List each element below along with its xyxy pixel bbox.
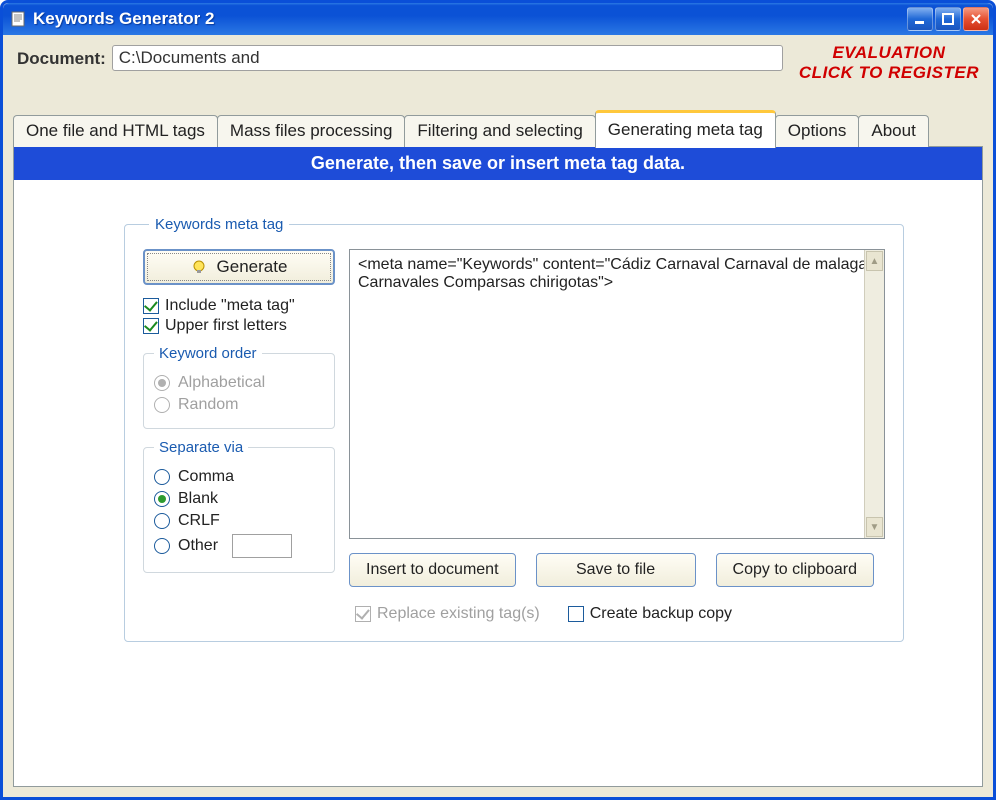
content-area: Keywords meta tag Generate Incl [14,180,982,662]
tab-about[interactable]: About [858,115,928,147]
tab-generating-meta[interactable]: Generating meta tag [595,110,776,148]
checkbox-icon [355,606,371,622]
close-button[interactable] [963,7,989,31]
group-legend: Keywords meta tag [149,216,289,233]
save-to-file-button[interactable]: Save to file [536,553,696,587]
action-button-row: Insert to document Save to file Copy to … [349,553,885,587]
separate-via-legend: Separate via [154,439,248,456]
radio-crlf[interactable]: CRLF [154,512,324,530]
radio-comma-label: Comma [178,468,234,486]
eval-line2: CLICK TO REGISTER [799,63,979,83]
replace-existing-checkbox: Replace existing tag(s) [355,605,540,623]
radio-icon [154,469,170,485]
insert-to-document-button[interactable]: Insert to document [349,553,516,587]
radio-icon [154,375,170,391]
left-column: Generate Include "meta tag" Upper first … [143,249,335,623]
tab-one-file[interactable]: One file and HTML tags [13,115,218,147]
keywords-meta-tag-group: Keywords meta tag Generate Incl [124,216,904,642]
app-window: Keywords Generator 2 Document: EVALUATIO… [0,0,996,800]
document-row: Document: EVALUATION CLICK TO REGISTER [3,35,993,82]
output-text: <meta name="Keywords" content="Cádiz Car… [358,256,867,291]
radio-icon [154,397,170,413]
bottom-options: Replace existing tag(s) Create backup co… [349,601,885,623]
scrollbar[interactable]: ▲ ▼ [864,250,884,538]
generate-button-label: Generate [217,257,288,277]
radio-blank[interactable]: Blank [154,490,324,508]
upper-first-letters-label: Upper first letters [165,317,287,335]
radio-other-label: Other [178,537,218,555]
tab-panel: Generate, then save or insert meta tag d… [13,146,983,787]
app-icon [9,10,27,28]
create-backup-label: Create backup copy [590,605,732,623]
right-column: <meta name="Keywords" content="Cádiz Car… [349,249,885,623]
keyword-order-group: Keyword order Alphabetical Random [143,345,335,429]
include-meta-tag-label: Include "meta tag" [165,297,295,315]
evaluation-banner[interactable]: EVALUATION CLICK TO REGISTER [799,43,979,82]
eval-line1: EVALUATION [799,43,979,63]
keyword-order-legend: Keyword order [154,345,262,362]
scroll-down-icon[interactable]: ▼ [866,517,883,537]
generate-button[interactable]: Generate [143,249,335,285]
radio-icon [154,538,170,554]
checkbox-icon [143,298,159,314]
radio-blank-label: Blank [178,490,218,508]
copy-to-clipboard-button[interactable]: Copy to clipboard [716,553,875,587]
instruction-bar: Generate, then save or insert meta tag d… [14,147,982,180]
radio-alphabetical: Alphabetical [154,374,324,392]
window-buttons [907,7,989,31]
scroll-up-icon[interactable]: ▲ [866,251,883,271]
radio-icon [154,491,170,507]
document-label: Document: [17,49,106,69]
upper-first-letters-checkbox[interactable]: Upper first letters [143,317,335,335]
radio-alphabetical-label: Alphabetical [178,374,265,392]
minimize-button[interactable] [907,7,933,31]
tab-options[interactable]: Options [775,115,860,147]
radio-random: Random [154,396,324,414]
maximize-button[interactable] [935,7,961,31]
other-separator-input[interactable] [232,534,292,558]
radio-icon [154,513,170,529]
lightbulb-icon [191,259,207,275]
tab-mass-files[interactable]: Mass files processing [217,115,406,147]
radio-comma[interactable]: Comma [154,468,324,486]
include-meta-tag-checkbox[interactable]: Include "meta tag" [143,297,335,315]
checkbox-icon [568,606,584,622]
radio-crlf-label: CRLF [178,512,220,530]
create-backup-checkbox[interactable]: Create backup copy [568,605,732,623]
checkbox-icon [143,318,159,334]
output-textarea[interactable]: <meta name="Keywords" content="Cádiz Car… [349,249,885,539]
radio-random-label: Random [178,396,238,414]
tab-bar: One file and HTML tags Mass files proces… [3,82,993,147]
document-path-input[interactable] [112,45,783,71]
separate-via-group: Separate via Comma Blank C [143,439,335,573]
replace-existing-label: Replace existing tag(s) [377,605,540,623]
window-title: Keywords Generator 2 [33,9,907,29]
tab-filtering[interactable]: Filtering and selecting [404,115,595,147]
radio-other[interactable]: Other [154,534,324,558]
titlebar: Keywords Generator 2 [3,3,993,35]
